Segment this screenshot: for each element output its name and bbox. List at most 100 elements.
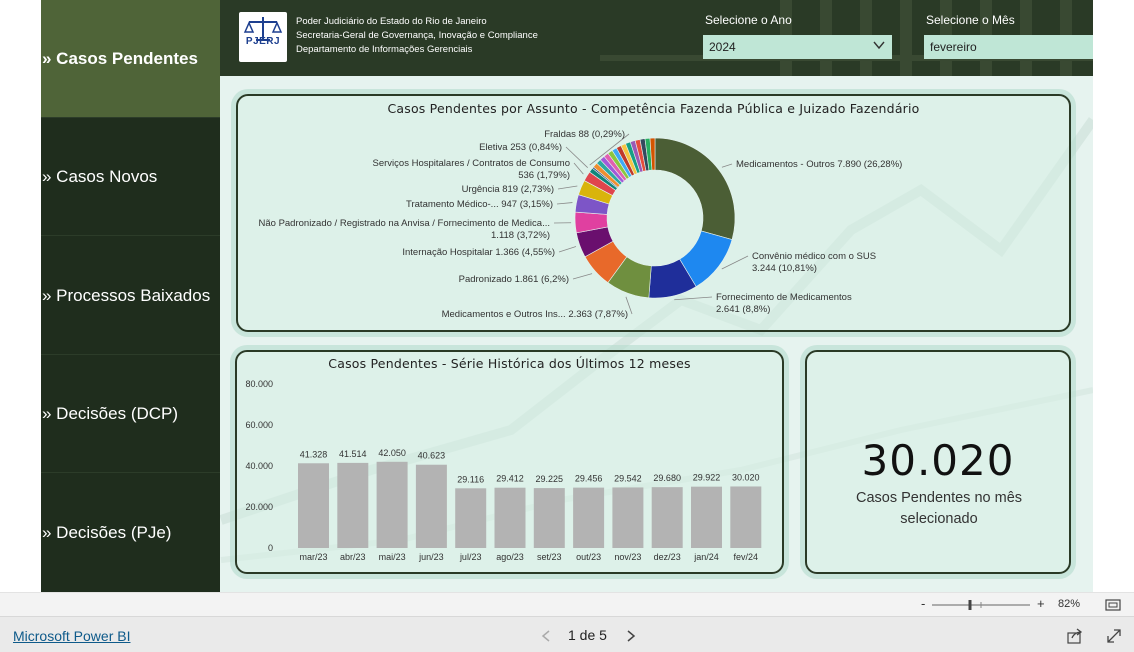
nav-item-label: » Casos Novos [42,166,158,186]
x-tick-label: mar/23 [299,552,327,562]
report-header: PJERJ Poder Judiciário do Estado do Rio … [220,0,1093,76]
org-line-2: Secretaria-Geral de Governança, Inovação… [296,30,538,41]
donut-slice[interactable] [654,137,736,240]
zoom-in-button[interactable]: + [1037,596,1045,611]
bar-value-label: 29.456 [575,474,603,484]
slice-label: Serviços Hospitalares / Contratos de Con… [373,158,570,169]
slice-label: Fornecimento de Medicamentos [716,292,852,303]
bar-value-label: 40.623 [418,451,446,461]
right-margin [1093,0,1134,592]
org-line-3: Departamento de Informações Gerenciais [296,44,473,55]
chevron-down-icon [873,41,885,50]
y-tick-label: 80.000 [245,379,273,389]
y-tick-label: 0 [268,543,273,553]
bar-value-label: 29.680 [653,473,681,483]
leader-line [573,162,584,175]
slice-label: Não Padronizado / Registrado na Anvisa /… [259,218,551,229]
month-slicer[interactable]: fevereiro [924,35,1093,59]
page-indicator: 1 de 5 [568,627,607,643]
slice-value-label: 1.118 (3,72%) [491,230,550,241]
logo-text: PJERJ [245,36,281,47]
nav-item-casos-pendentes[interactable]: » Casos Pendentes [41,0,220,118]
nav-item-label: » Processos Baixados [42,285,211,305]
donut-chart-panel[interactable]: Casos Pendentes por Assunto - Competênci… [236,94,1071,332]
bar[interactable] [494,487,526,548]
x-tick-label: jun/23 [418,552,444,562]
bar[interactable] [651,487,683,548]
leader-line [556,202,573,205]
kpi-value: 30.020 [861,436,1015,485]
bar-value-label: 41.514 [339,449,367,459]
nav-item-label: » Decisões (PJe) [42,523,172,542]
kpi-card: 30.020 Casos Pendentes no mês selecionad… [805,350,1071,574]
bar[interactable] [573,487,605,548]
month-slicer-value: fevereiro [930,40,977,54]
bar-value-label: 29.542 [614,473,642,483]
bar-value-label: 42.050 [378,448,406,458]
org-line-1: Poder Judiciário do Estado do Rio de Jan… [296,16,487,27]
bar[interactable] [730,486,762,548]
x-tick-label: ago/23 [496,552,524,562]
nav-item-decisoes-dcp[interactable]: » Decisões (DCP) [41,355,220,473]
slice-label: Eletiva 253 (0,84%) [479,142,562,153]
x-tick-label: abr/23 [340,552,366,562]
bar-chart[interactable]: 80.000 60.000 40.000 20.000 0 41.328 mar/23 41.… [237,352,782,572]
slice-label: Medicamentos - Outros 7.890 (26,28%) [736,159,902,170]
bar-value-label: 29.412 [496,474,524,484]
zoom-slider[interactable] [930,598,1032,612]
year-slicer[interactable]: 2024 [703,35,892,59]
organization-info: Poder Judiciário do Estado do Rio de Jan… [296,15,538,57]
bar[interactable] [298,463,329,548]
x-tick-label: jul/23 [459,552,482,562]
bar[interactable] [533,488,565,548]
previous-page-icon[interactable] [540,629,552,643]
x-tick-label: fev/24 [734,552,759,562]
slice-label: Fraldas 88 (0,29%) [544,129,625,140]
nav-item-label: » Decisões (DCP) [42,403,179,423]
power-bi-link[interactable]: Microsoft Power BI [13,628,130,644]
nav-item-decisoes-pje[interactable]: » Decisões (PJe) [41,474,220,592]
bar[interactable] [415,464,447,548]
donut-chart[interactable]: Medicamentos - Outros 7.890 (26,28%) Conv… [238,96,1069,330]
y-tick-label: 60.000 [245,420,273,430]
footer-bar: Microsoft Power BI 1 de 5 [0,616,1134,652]
slice-label: Medicamentos e Outros Ins... 2.363 (7,87… [442,309,628,320]
bar[interactable] [612,487,644,548]
x-tick-label: mai/23 [379,552,406,562]
year-slicer-value: 2024 [709,40,736,54]
nav-item-label: » Casos Pendentes [42,48,198,68]
power-bi-viewer: » Casos Pendentes » Casos Novos » Proces… [0,0,1134,652]
y-tick-label: 20.000 [245,502,273,512]
share-icon[interactable] [1067,628,1083,644]
zoom-level: 82% [1058,598,1081,610]
nav-item-casos-novos[interactable]: » Casos Novos [41,118,220,236]
bar-value-label: 29.922 [693,473,721,483]
bar[interactable] [376,461,408,548]
slice-label: Internação Hospitalar 1.366 (4,55%) [402,247,555,258]
left-margin [0,0,41,592]
bar[interactable] [691,486,722,548]
x-tick-label: dez/23 [654,552,681,562]
bar[interactable] [337,462,369,548]
fullscreen-icon[interactable] [1106,628,1122,644]
leader-line [674,296,713,301]
leader-line [558,246,577,253]
next-page-icon[interactable] [625,629,637,643]
fit-to-page-icon[interactable] [1105,598,1121,612]
slice-label: Tratamento Médico-... 947 (3,15%) [406,199,553,210]
month-slicer-label: Selecione o Mês [926,13,1015,27]
leader-line [557,185,578,190]
zoom-out-button[interactable]: - [921,596,925,611]
bar[interactable] [455,488,487,548]
bar-value-label: 29.116 [457,474,484,484]
nav-item-processos-baixados[interactable]: » Processos Baixados [41,237,220,355]
slice-value-label: 536 (1,79%) [518,170,570,181]
year-slicer-label: Selecione o Ano [705,13,792,27]
x-tick-label: jan/24 [693,552,719,562]
slice-value-label: 2.641 (8,8%) [716,304,770,315]
x-tick-label: set/23 [537,552,562,562]
slice-label: Urgência 819 (2,73%) [462,184,554,195]
history-chart-panel[interactable]: Casos Pendentes - Série Histórica dos Úl… [235,350,784,574]
leader-line [721,163,733,168]
y-tick-label: 40.000 [245,461,273,471]
